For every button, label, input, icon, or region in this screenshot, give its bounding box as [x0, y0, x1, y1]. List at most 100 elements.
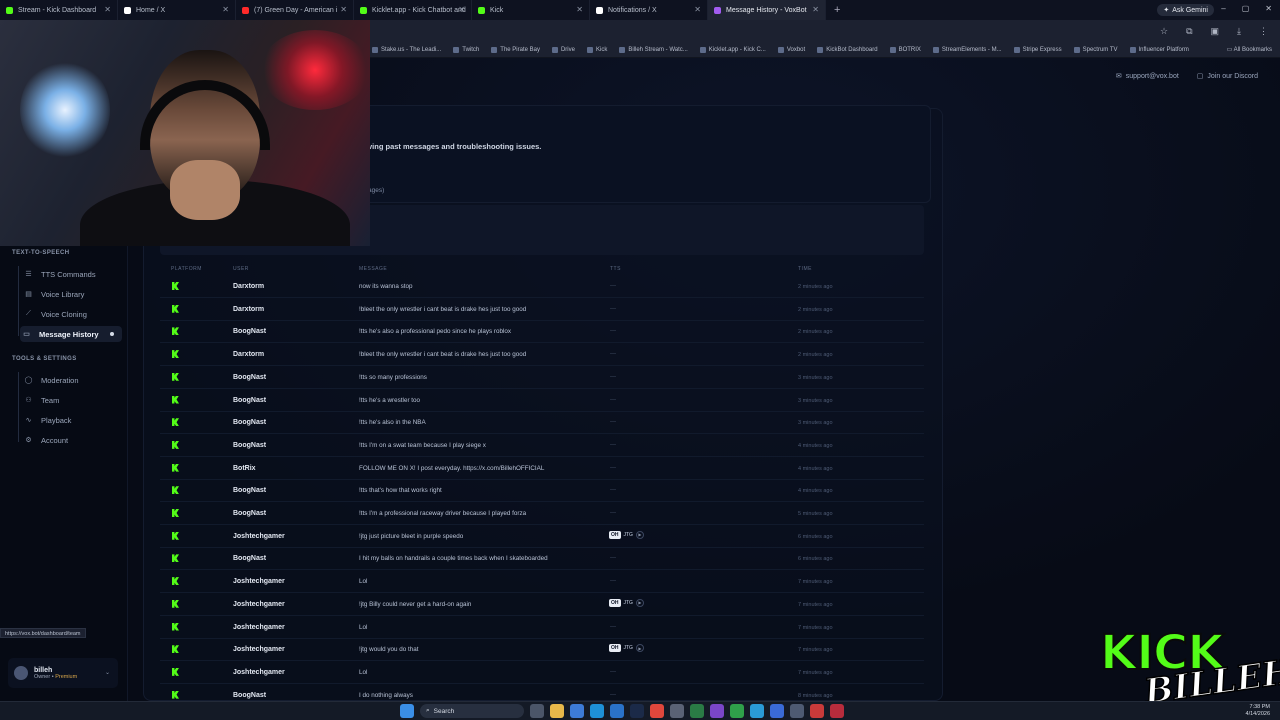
- table-row[interactable]: BoogNast !tts he's also in the NBA — 3 minu…: [160, 412, 924, 435]
- table-row[interactable]: BoogNast !tts he's also a professional pe…: [160, 321, 924, 344]
- bookmark-item[interactable]: The Pirate Bay: [491, 46, 540, 53]
- close-tab-icon[interactable]: ✕: [812, 5, 819, 14]
- table-row[interactable]: Joshtechgamer !jtg would you do that OH JTG…: [160, 639, 924, 662]
- message-cell: !jtg would you do that: [359, 646, 419, 654]
- new-tab-button[interactable]: +: [834, 4, 840, 16]
- sidepanel-icon[interactable]: ▣: [1211, 26, 1220, 37]
- close-window-button[interactable]: ✕: [1265, 4, 1272, 13]
- support-link[interactable]: ✉ support@vox.bot: [1116, 72, 1179, 81]
- close-tab-icon[interactable]: ✕: [576, 5, 583, 14]
- bookmark-label: The Pirate Bay: [500, 46, 540, 53]
- close-tab-icon[interactable]: ✕: [694, 5, 701, 14]
- star-icon[interactable]: ☆: [1160, 26, 1168, 37]
- bookmark-item[interactable]: Stripe Express: [1013, 46, 1062, 53]
- sidebar-item-message-history[interactable]: ▭ Message History: [20, 326, 122, 342]
- all-bookmarks-button[interactable]: ▭ All Bookmarks: [1227, 46, 1272, 53]
- bookmark-item[interactable]: Billeh Stream - Watc...: [619, 46, 688, 53]
- photos-icon[interactable]: [750, 704, 764, 718]
- sidebar-item-playback[interactable]: ∿ Playback: [22, 412, 122, 428]
- table-row[interactable]: Darxtorm !bleet the only wrestler i cant …: [160, 299, 924, 321]
- user-menu[interactable]: billeh Owner • Premium ⌄: [8, 658, 118, 688]
- tts-cell: —: [610, 419, 616, 426]
- chrome-icon[interactable]: [650, 704, 664, 718]
- bookmark-item[interactable]: BOTRIX: [889, 46, 921, 53]
- table-row[interactable]: Joshtechgamer !jtg just picture bleet in …: [160, 526, 924, 548]
- table-row[interactable]: BotRix FOLLOW ME ON X! I post everyday. h…: [160, 458, 924, 480]
- obs-icon[interactable]: [710, 704, 724, 718]
- steam-icon[interactable]: [630, 704, 644, 718]
- app-icon[interactable]: [770, 704, 784, 718]
- table-row[interactable]: BoogNast !tts I'm a professional raceway …: [160, 503, 924, 525]
- bookmark-item[interactable]: Spectrum TV: [1073, 46, 1118, 53]
- file-explorer-icon[interactable]: [550, 704, 564, 718]
- sidebar-item-account[interactable]: ⚙ Account: [22, 432, 122, 448]
- kick-platform-icon: [172, 463, 179, 472]
- mail-app-icon[interactable]: [610, 704, 624, 718]
- browser-tab[interactable]: Message History - VoxBot ✕: [708, 0, 826, 20]
- table-row[interactable]: BoogNast !tts he's a wrestler too — 3 minut…: [160, 390, 924, 412]
- browser-tab[interactable]: Home / X ✕: [118, 0, 236, 20]
- table-row[interactable]: BoogNast !tts that's how that works right…: [160, 480, 924, 503]
- time-cell: 7 minutes ago: [798, 669, 833, 676]
- username-cell: Darxtorm: [233, 351, 265, 359]
- task-view-icon[interactable]: [530, 704, 544, 718]
- kick-platform-icon: [172, 667, 179, 676]
- app-icon[interactable]: [830, 704, 844, 718]
- menu-icon[interactable]: ⋮: [1259, 26, 1268, 37]
- table-row[interactable]: BoogNast I hit my balls on handrails a co…: [160, 548, 924, 571]
- bookmark-item[interactable]: Kicklet.app - Kick C...: [699, 46, 766, 53]
- section-title-tools: TOOLS & SETTINGS: [12, 356, 77, 362]
- store-icon[interactable]: [570, 704, 584, 718]
- play-icon[interactable]: ▶: [635, 644, 644, 653]
- tab-label: Home / X: [136, 6, 166, 14]
- table-row[interactable]: Darxtorm now its wanna stop — 2 minutes ago: [160, 276, 924, 298]
- edge-icon[interactable]: [590, 704, 604, 718]
- calculator-icon[interactable]: [670, 704, 684, 718]
- taskbar-search[interactable]: ⌕ Search: [420, 704, 524, 718]
- browser-tab[interactable]: Kick ✕: [472, 0, 590, 20]
- browser-tab[interactable]: Kicklet.app - Kick Chatbot and ✕: [354, 0, 472, 20]
- close-tab-icon[interactable]: ✕: [222, 5, 229, 14]
- table-row[interactable]: BoogNast !tts I'm on a swat team because …: [160, 435, 924, 457]
- xbox-icon[interactable]: [730, 704, 744, 718]
- app-icon[interactable]: [810, 704, 824, 718]
- close-tab-icon[interactable]: ✕: [458, 5, 465, 14]
- extensions-icon[interactable]: ⧉: [1186, 26, 1192, 37]
- table-row[interactable]: Joshtechgamer Lol — 7 minutes ago: [160, 662, 924, 684]
- bookmark-item[interactable]: Stake.us - The Leadi...: [372, 46, 441, 53]
- download-icon[interactable]: ⤓: [1237, 26, 1241, 37]
- table-row[interactable]: BoogNast !tts so many professions — 3 minut…: [160, 367, 924, 389]
- windows-start-icon[interactable]: [400, 704, 414, 718]
- excel-icon[interactable]: [690, 704, 704, 718]
- sidebar-item-moderation[interactable]: ◯ Moderation: [22, 372, 122, 388]
- minimize-button[interactable]: –: [1221, 4, 1225, 13]
- bookmark-item[interactable]: Twitch: [453, 46, 479, 53]
- close-tab-icon[interactable]: ✕: [104, 5, 111, 14]
- discord-link[interactable]: ▢ Join our Discord: [1197, 72, 1258, 81]
- bookmark-item[interactable]: Kick: [586, 46, 607, 53]
- close-tab-icon[interactable]: ✕: [340, 5, 347, 14]
- favicon-icon: [6, 6, 13, 14]
- table-row[interactable]: Darxtorm !bleet the only wrestler i cant …: [160, 344, 924, 367]
- play-icon[interactable]: ▶: [635, 530, 644, 539]
- sidebar-item-team[interactable]: ⚇ Team: [22, 392, 122, 408]
- browser-tab[interactable]: Stream - Kick Dashboard ✕: [0, 0, 118, 20]
- table-row[interactable]: Joshtechgamer Lol — 7 minutes ago: [160, 617, 924, 639]
- ask-gemini-button[interactable]: ✦ Ask Gemini: [1157, 4, 1214, 16]
- bookmark-item[interactable]: KickBot Dashboard: [817, 46, 878, 53]
- bookmark-item[interactable]: Voxbot: [777, 46, 805, 53]
- bookmark-item[interactable]: StreamElements - M...: [932, 46, 1002, 53]
- app-icon[interactable]: [790, 704, 804, 718]
- table-row[interactable]: Joshtechgamer Lol — 7 minutes ago: [160, 571, 924, 594]
- maximize-button[interactable]: ▢: [1242, 4, 1250, 13]
- bookmark-item[interactable]: Influencer Platform: [1129, 46, 1189, 53]
- play-icon[interactable]: ▶: [635, 598, 644, 607]
- table-row[interactable]: Joshtechgamer !jtg Billy could never get …: [160, 594, 924, 616]
- sidebar-item-tts-commands[interactable]: ☰ TTS Commands: [22, 266, 122, 282]
- sidebar-item-voice-library[interactable]: ▤ Voice Library: [22, 286, 122, 302]
- bookmark-item[interactable]: Drive: [551, 46, 575, 53]
- sidebar-item-voice-cloning[interactable]: ⟋ Voice Cloning: [22, 306, 122, 322]
- browser-tab[interactable]: (7) Green Day - American i ✕: [236, 0, 354, 20]
- browser-tab[interactable]: Notifications / X ✕: [590, 0, 708, 20]
- kick-platform-icon: [172, 372, 179, 381]
